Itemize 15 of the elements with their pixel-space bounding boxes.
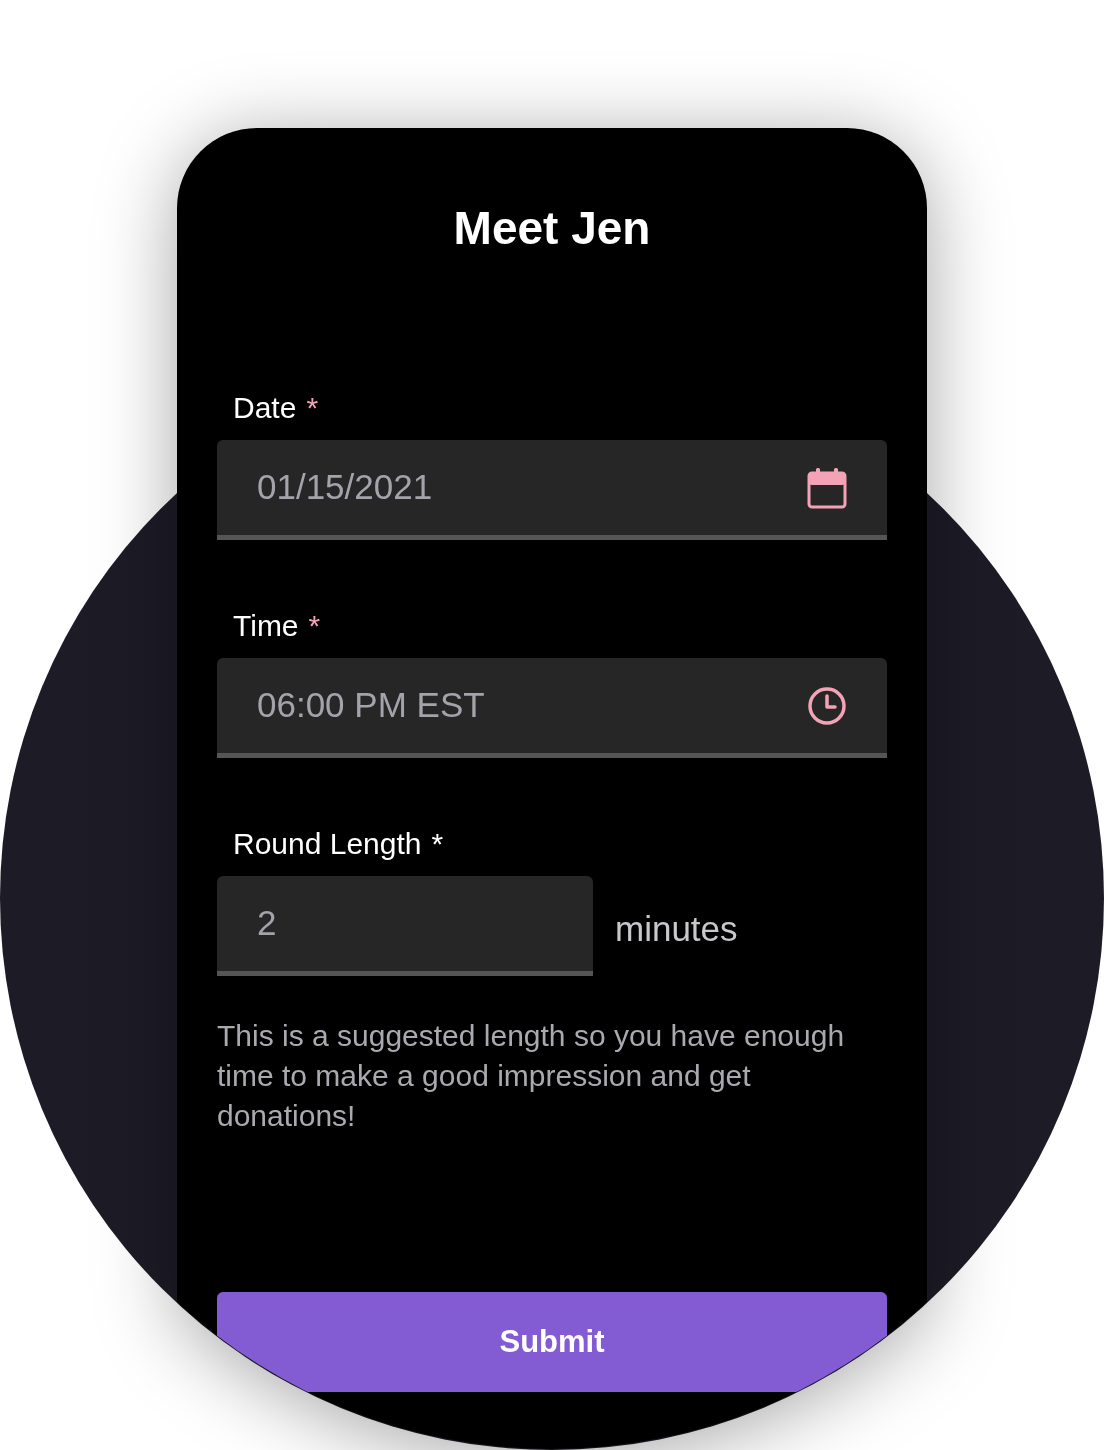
unit-label: minutes bbox=[615, 907, 738, 950]
field-label: Date bbox=[233, 390, 297, 426]
field-label: Time bbox=[233, 608, 299, 644]
field-label: Round Length bbox=[233, 826, 422, 862]
screen-title: Meet Jen bbox=[453, 201, 651, 256]
input-field[interactable]: 2 bbox=[217, 876, 593, 976]
input-field[interactable]: 01/15/2021 bbox=[217, 440, 887, 540]
calendar-icon[interactable] bbox=[807, 466, 847, 509]
clock-icon[interactable] bbox=[807, 685, 847, 726]
helper-text: This is a suggested length so you have enough time to make a good impression and get donations! bbox=[217, 1018, 846, 1134]
required-mark: * bbox=[431, 826, 444, 862]
required-mark: * bbox=[306, 390, 319, 426]
submit-button[interactable]: Submit bbox=[217, 1292, 887, 1392]
required-mark: * bbox=[308, 608, 321, 644]
input-field[interactable]: 06:00 PM EST bbox=[217, 658, 887, 758]
